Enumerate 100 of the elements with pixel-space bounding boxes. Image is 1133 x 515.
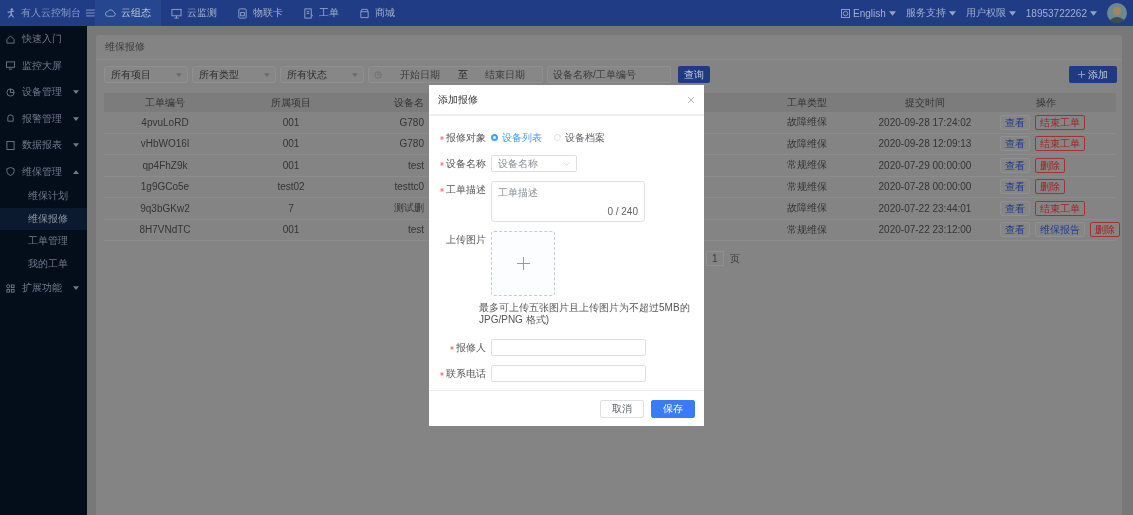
sidebar-item[interactable]: 扩展功能 [0, 275, 87, 302]
field-label: 报修对象 [446, 130, 486, 145]
radio-option[interactable]: 设备列表 [491, 130, 542, 145]
sidebar-subitem[interactable]: 工单管理 [0, 230, 87, 253]
table-cell-text: qp4FhZ9k [141, 159, 189, 171]
table-cell-text: 001 [281, 224, 301, 236]
home-icon [6, 34, 15, 44]
nav-tab[interactable]: 物联卡 [227, 0, 293, 26]
table-cell-text: 故障维保 [786, 201, 828, 216]
field-label: 联系电话 [446, 366, 486, 381]
input-field[interactable] [491, 365, 646, 382]
close-icon[interactable] [688, 97, 694, 103]
sidebar-item[interactable]: 维保管理 [0, 158, 87, 185]
table-cell-text: 常规维保 [786, 158, 828, 173]
cloud-icon [105, 7, 116, 19]
device-select[interactable]: 设备名称 [491, 155, 577, 172]
column-header: 设备名 [393, 95, 425, 110]
upload-hint: 最多可上传五张图片且上传图片为不超过5MB的 JPG/PNG 格式) [479, 302, 691, 326]
table-cell-text: test [406, 224, 425, 236]
table-cell-text: 2020-09-28 12:09:13 [877, 138, 973, 150]
action-button[interactable]: 查看 [1000, 179, 1030, 195]
avatar[interactable] [1107, 3, 1127, 23]
nav-tab[interactable]: 工单 [293, 0, 349, 26]
table-cell-text: 故障维保 [786, 115, 828, 130]
action-button[interactable]: 查看 [1000, 114, 1030, 130]
table-cell-text: 1g9GCo5e [139, 181, 191, 193]
nav-tab[interactable]: 商城 [349, 0, 405, 26]
sidebar-subitem[interactable]: 维保报修 [0, 207, 87, 230]
caret-icon [176, 72, 182, 77]
chevron-icon [563, 161, 570, 166]
table-cell-text: 001 [281, 159, 301, 171]
filter-select[interactable]: 所有项目 [104, 66, 188, 83]
shield-icon [6, 167, 15, 177]
field-label: 上传图片 [446, 232, 486, 247]
filter-select[interactable]: 所有类型 [192, 66, 276, 83]
column-header: 所属项目 [270, 95, 312, 110]
runner-logo-icon [6, 6, 17, 20]
table-cell-text: test [406, 159, 425, 171]
header-menu[interactable]: English [841, 7, 896, 19]
search-field[interactable]: 设备名称/工单编号 [547, 66, 671, 83]
table-cell-text: 测试删 [393, 201, 425, 216]
page-unit: 页 [729, 251, 740, 266]
table-cell-text: 故障维保 [786, 136, 828, 151]
caret-icon [264, 72, 270, 77]
table-cell-text: 2020-09-28 17:24:02 [877, 116, 973, 128]
sidebar-subitem[interactable]: 维保计划 [0, 185, 87, 208]
filter-select[interactable]: 所有状态 [280, 66, 364, 83]
sidebar-item[interactable]: 报警管理 [0, 105, 87, 132]
upload-box[interactable] [491, 231, 555, 296]
sidebar-item[interactable]: 快速入门 [0, 26, 87, 53]
table-cell-text: 常规维保 [786, 179, 828, 194]
column-header: 操作 [1035, 95, 1057, 110]
header-menu[interactable]: 18953722262 [1025, 7, 1097, 19]
caret-icon [352, 72, 358, 77]
table-cell-text: testtc0 [393, 181, 425, 193]
table-cell-text: 2020-07-28 00:00:00 [877, 181, 973, 193]
nav-tab[interactable]: 云监测 [161, 0, 227, 26]
sidebar-item[interactable]: 设备管理 [0, 79, 87, 106]
table-cell-text: vHbWO16l [139, 138, 191, 150]
action-button[interactable]: 查看 [1000, 200, 1030, 216]
table-cell-text: 常规维保 [786, 222, 828, 237]
dialog-button[interactable]: 取消 [600, 400, 644, 418]
caret-icon [1090, 10, 1097, 16]
table-cell-text: G780 [398, 138, 425, 150]
action-button[interactable]: 查看 [1000, 222, 1030, 238]
field-label: 工单描述 [446, 182, 486, 197]
sidebar-subitem[interactable]: 我的工单 [0, 252, 87, 275]
monitor-icon [6, 61, 15, 71]
add-button[interactable]: 添加 [1069, 66, 1117, 83]
plus-icon [1078, 71, 1085, 78]
field-label: 报修人 [456, 340, 486, 355]
dialog-title: 添加报修 [438, 93, 478, 107]
action-button[interactable]: 查看 [1000, 136, 1030, 152]
table-cell-text: 001 [281, 116, 301, 128]
action-button[interactable]: 维保报告 [1035, 222, 1085, 238]
document-icon [303, 7, 314, 19]
header-menu[interactable]: 服务支持 [905, 6, 956, 20]
table-cell-text: 001 [281, 138, 301, 150]
query-button[interactable]: 查询 [678, 66, 710, 83]
date-range-field[interactable]: 开始日期 至 结束日期 [368, 66, 543, 83]
input-field[interactable] [491, 339, 646, 356]
header-menu[interactable]: 用户权限 [965, 6, 1016, 20]
table-cell-text: 2020-07-29 00:00:00 [877, 159, 973, 171]
sidebar-item[interactable]: 数据报表 [0, 132, 87, 159]
plus-icon [516, 257, 530, 270]
nav-tab[interactable]: 云组态 [95, 0, 161, 26]
menu-icon[interactable] [86, 8, 95, 18]
description-field[interactable]: 工单描述 0 / 240 [491, 181, 645, 222]
action-button[interactable]: 查看 [1000, 157, 1030, 173]
table-cell-text: test02 [276, 181, 306, 193]
bell-icon [6, 114, 15, 124]
sim-card-icon [237, 7, 248, 19]
store-icon [359, 7, 370, 19]
page-number-field[interactable]: 1 [706, 251, 724, 266]
dialog-button[interactable]: 保存 [651, 400, 695, 418]
monitor-icon [171, 7, 182, 19]
table-cell-text: G780 [398, 116, 425, 128]
radio-option[interactable]: 设备档案 [554, 130, 605, 145]
sidebar-item[interactable]: 监控大屏 [0, 52, 87, 79]
caret-icon [888, 10, 896, 16]
